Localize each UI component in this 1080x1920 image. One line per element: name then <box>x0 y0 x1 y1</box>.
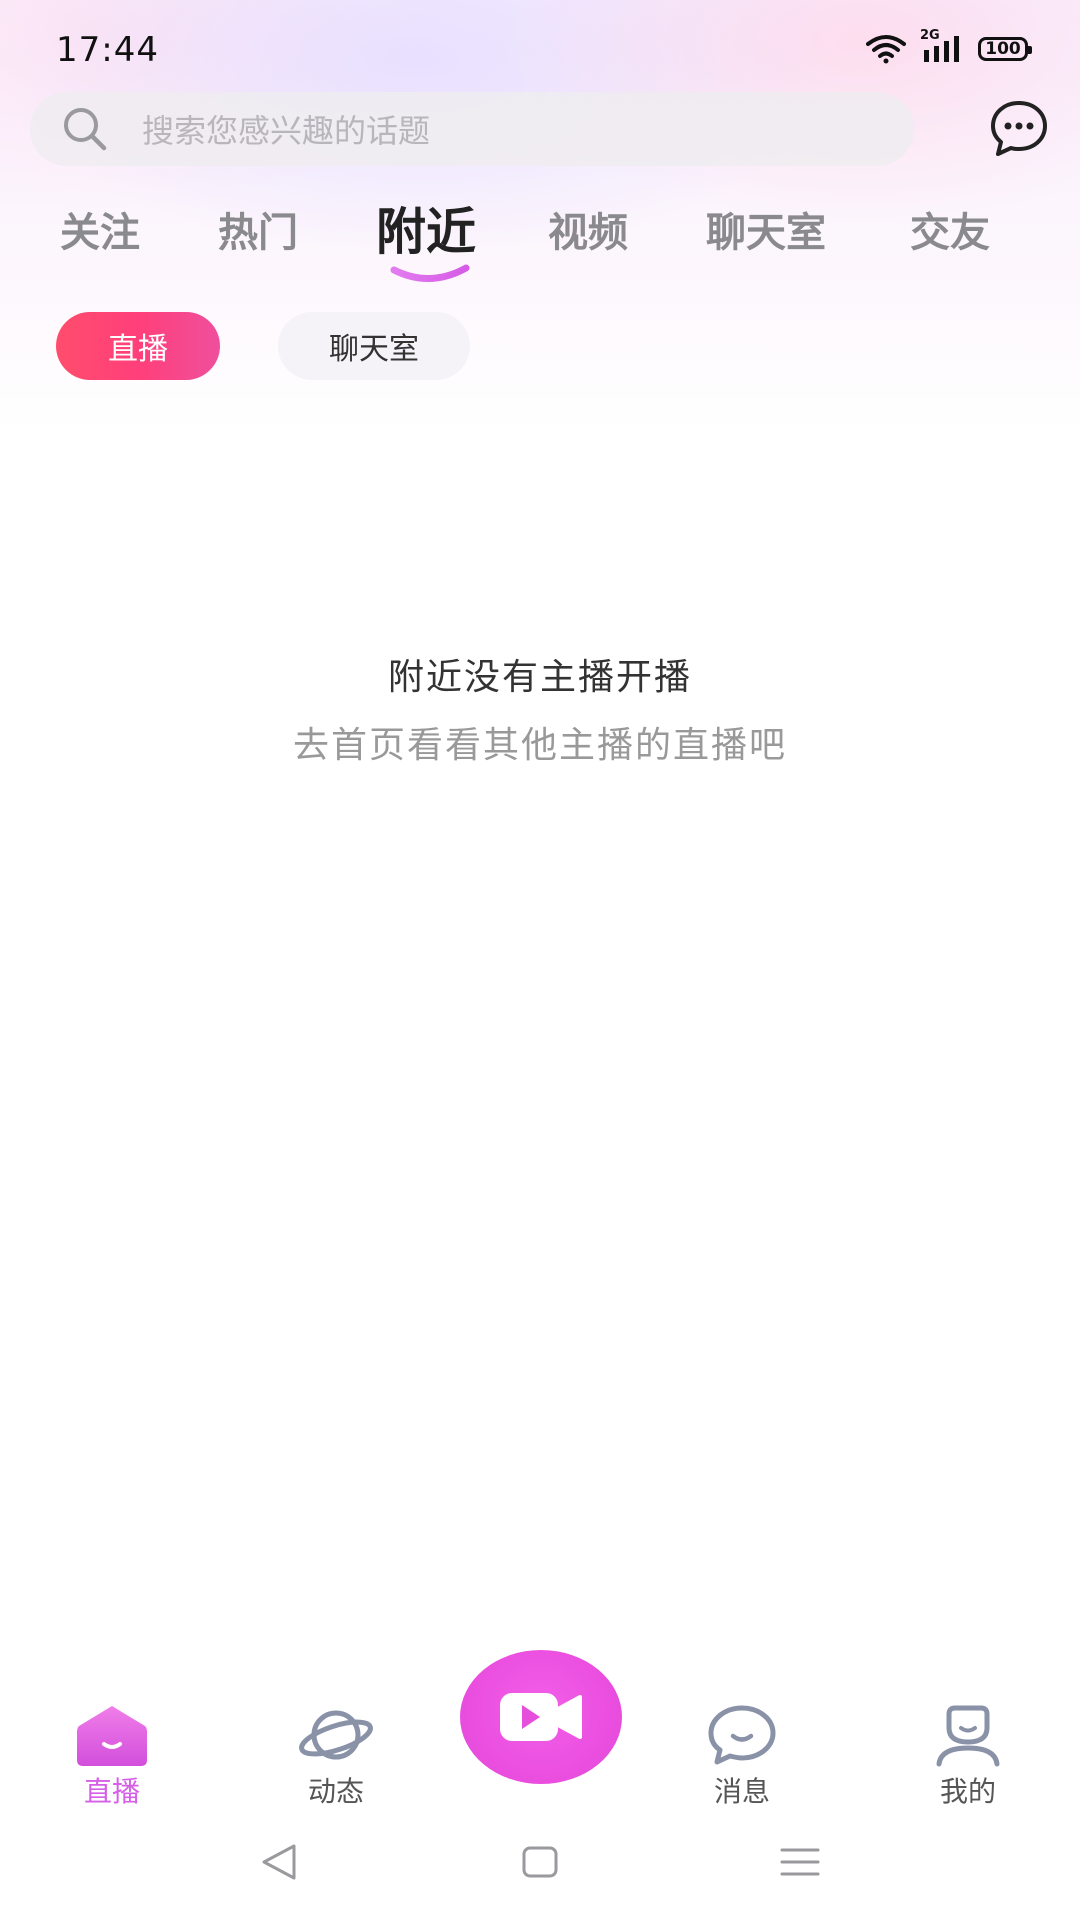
top-tabs: 关注 热门 附近 视频 聊天室 交友 <box>0 200 1080 290</box>
home-square-icon[interactable] <box>518 1840 562 1884</box>
nav-label-profile: 我的 <box>939 1775 996 1808</box>
status-icons: 2G 100 <box>866 28 1032 64</box>
tab-video[interactable]: 视频 <box>548 200 628 258</box>
bottom-nav: 直播 动态 消息 我的 <box>0 1650 1080 1810</box>
status-bar: 17:44 2G 100 <box>0 0 1080 100</box>
start-live-button[interactable] <box>460 1650 622 1784</box>
wifi-icon <box>866 35 906 64</box>
live-home-icon <box>77 1706 147 1766</box>
message-bubble-icon <box>708 1705 776 1765</box>
system-nav-bar <box>0 1840 1080 1920</box>
empty-state-subtitle: 去首页看看其他主播的直播吧 <box>292 725 787 766</box>
active-tab-indicator <box>390 264 470 282</box>
tab-follow[interactable]: 关注 <box>60 200 140 258</box>
search-row: 搜索您感兴趣的话题 <box>30 92 1050 166</box>
nav-label-live: 直播 <box>83 1775 140 1808</box>
nav-item-profile[interactable]: 我的 <box>908 1702 1028 1810</box>
back-triangle-icon[interactable] <box>256 1840 300 1884</box>
subtab-live[interactable]: 直播 <box>56 312 220 380</box>
profile-icon <box>936 1705 1000 1767</box>
tab-nearby[interactable]: 附近 <box>376 192 476 264</box>
search-placeholder: 搜索您感兴趣的话题 <box>142 112 431 150</box>
tab-hot[interactable]: 热门 <box>218 200 298 258</box>
cellular-signal: 2G <box>920 28 964 64</box>
nav-item-messages[interactable]: 消息 <box>682 1702 802 1810</box>
nav-label-messages: 消息 <box>713 1775 770 1808</box>
battery-level: 100 <box>985 38 1021 59</box>
search-input[interactable]: 搜索您感兴趣的话题 <box>30 92 914 166</box>
nav-item-live[interactable]: 直播 <box>52 1702 172 1810</box>
search-icon <box>64 108 107 151</box>
planet-icon <box>299 1710 373 1760</box>
empty-state-title: 附近没有主播开播 <box>387 657 692 698</box>
subtab-chatroom[interactable]: 聊天室 <box>278 312 470 380</box>
battery-indicator: 100 <box>978 37 1032 61</box>
tab-chatroom[interactable]: 聊天室 <box>706 200 826 258</box>
tab-friends[interactable]: 交友 <box>910 200 990 258</box>
signal-bars-icon <box>924 36 959 62</box>
status-time: 17:44 <box>56 30 159 70</box>
chat-bubble-icon[interactable] <box>988 98 1050 160</box>
recent-apps-icon[interactable] <box>778 1840 822 1884</box>
nav-label-moments: 动态 <box>307 1775 364 1808</box>
nav-item-moments[interactable]: 动态 <box>276 1702 396 1810</box>
video-camera-icon <box>500 1693 582 1741</box>
